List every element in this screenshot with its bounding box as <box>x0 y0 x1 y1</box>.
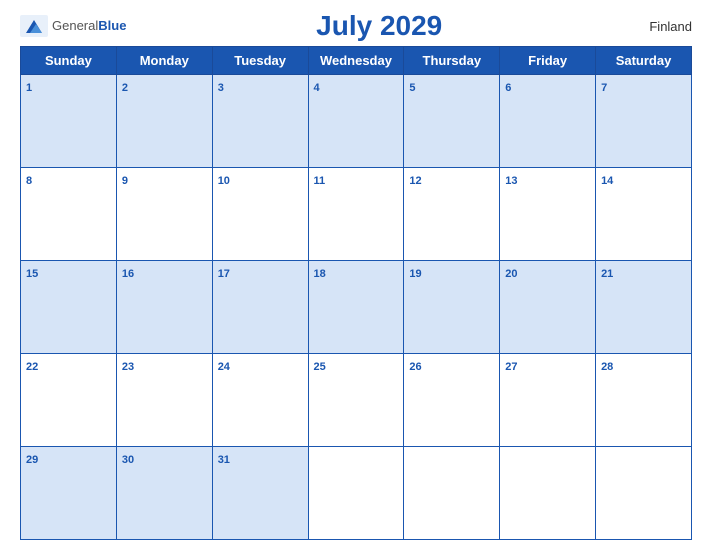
calendar-day-cell: 17 <box>212 261 308 354</box>
day-number: 1 <box>26 82 32 94</box>
day-number: 30 <box>122 454 134 466</box>
calendar-day-cell: 14 <box>596 168 692 261</box>
calendar-week-row: 22 23 24 25 26 27 28 <box>21 354 692 447</box>
calendar-day-cell <box>500 447 596 540</box>
day-number: 5 <box>409 82 415 94</box>
calendar-day-cell: 12 <box>404 168 500 261</box>
calendar-week-row: 1 2 3 4 5 6 7 <box>21 75 692 168</box>
day-number: 31 <box>218 454 230 466</box>
calendar-day-cell: 30 <box>116 447 212 540</box>
header-sunday: Sunday <box>21 47 117 75</box>
calendar-day-cell: 26 <box>404 354 500 447</box>
header-thursday: Thursday <box>404 47 500 75</box>
day-number: 13 <box>505 175 517 187</box>
calendar-day-cell: 9 <box>116 168 212 261</box>
day-number: 25 <box>314 361 326 373</box>
calendar-day-cell: 4 <box>308 75 404 168</box>
header-wednesday: Wednesday <box>308 47 404 75</box>
day-number: 21 <box>601 268 613 280</box>
calendar-day-cell: 2 <box>116 75 212 168</box>
calendar-day-cell: 8 <box>21 168 117 261</box>
calendar-day-cell: 23 <box>116 354 212 447</box>
calendar-week-row: 15 16 17 18 19 20 21 <box>21 261 692 354</box>
calendar-day-cell: 31 <box>212 447 308 540</box>
day-number: 27 <box>505 361 517 373</box>
calendar-day-cell: 5 <box>404 75 500 168</box>
calendar-day-cell: 20 <box>500 261 596 354</box>
country-label: Finland <box>632 19 692 34</box>
day-number: 3 <box>218 82 224 94</box>
day-number: 19 <box>409 268 421 280</box>
day-number: 9 <box>122 175 128 187</box>
calendar-day-cell: 16 <box>116 261 212 354</box>
day-number: 18 <box>314 268 326 280</box>
calendar-day-cell: 13 <box>500 168 596 261</box>
calendar-day-cell: 24 <box>212 354 308 447</box>
day-number: 22 <box>26 361 38 373</box>
calendar-day-cell: 29 <box>21 447 117 540</box>
calendar-day-cell: 3 <box>212 75 308 168</box>
day-number: 6 <box>505 82 511 94</box>
weekday-header-row: Sunday Monday Tuesday Wednesday Thursday… <box>21 47 692 75</box>
day-number: 2 <box>122 82 128 94</box>
calendar-week-row: 29 30 31 <box>21 447 692 540</box>
calendar-body: 1234567891011121314151617181920212223242… <box>21 75 692 540</box>
logo-icon <box>20 15 48 37</box>
day-number: 28 <box>601 361 613 373</box>
day-number: 10 <box>218 175 230 187</box>
day-number: 20 <box>505 268 517 280</box>
calendar-day-cell: 15 <box>21 261 117 354</box>
calendar-day-cell: 25 <box>308 354 404 447</box>
header-monday: Monday <box>116 47 212 75</box>
calendar-day-cell <box>404 447 500 540</box>
calendar-day-cell: 21 <box>596 261 692 354</box>
day-number: 8 <box>26 175 32 187</box>
day-number: 11 <box>314 175 326 187</box>
day-number: 24 <box>218 361 230 373</box>
calendar-day-cell <box>596 447 692 540</box>
day-number: 12 <box>409 175 421 187</box>
calendar-day-cell: 6 <box>500 75 596 168</box>
day-number: 4 <box>314 82 320 94</box>
calendar-day-cell: 28 <box>596 354 692 447</box>
calendar-day-cell: 10 <box>212 168 308 261</box>
calendar-day-cell: 11 <box>308 168 404 261</box>
day-number: 15 <box>26 268 38 280</box>
calendar-day-cell: 18 <box>308 261 404 354</box>
day-number: 7 <box>601 82 607 94</box>
header-friday: Friday <box>500 47 596 75</box>
calendar-day-cell: 1 <box>21 75 117 168</box>
header-tuesday: Tuesday <box>212 47 308 75</box>
calendar-header: GeneralBlue July 2029 Finland <box>20 10 692 42</box>
calendar-table: Sunday Monday Tuesday Wednesday Thursday… <box>20 46 692 540</box>
calendar-week-row: 8 9 10 11 12 13 14 <box>21 168 692 261</box>
calendar-day-cell: 7 <box>596 75 692 168</box>
day-number: 17 <box>218 268 230 280</box>
logo: GeneralBlue <box>20 15 126 37</box>
header-saturday: Saturday <box>596 47 692 75</box>
calendar-day-cell: 27 <box>500 354 596 447</box>
logo-general-text: GeneralBlue <box>52 17 126 35</box>
calendar-day-cell: 22 <box>21 354 117 447</box>
day-number: 26 <box>409 361 421 373</box>
day-number: 16 <box>122 268 134 280</box>
calendar-title: July 2029 <box>126 10 632 42</box>
day-number: 14 <box>601 175 613 187</box>
day-number: 29 <box>26 454 38 466</box>
day-number: 23 <box>122 361 134 373</box>
calendar-day-cell: 19 <box>404 261 500 354</box>
calendar-day-cell <box>308 447 404 540</box>
